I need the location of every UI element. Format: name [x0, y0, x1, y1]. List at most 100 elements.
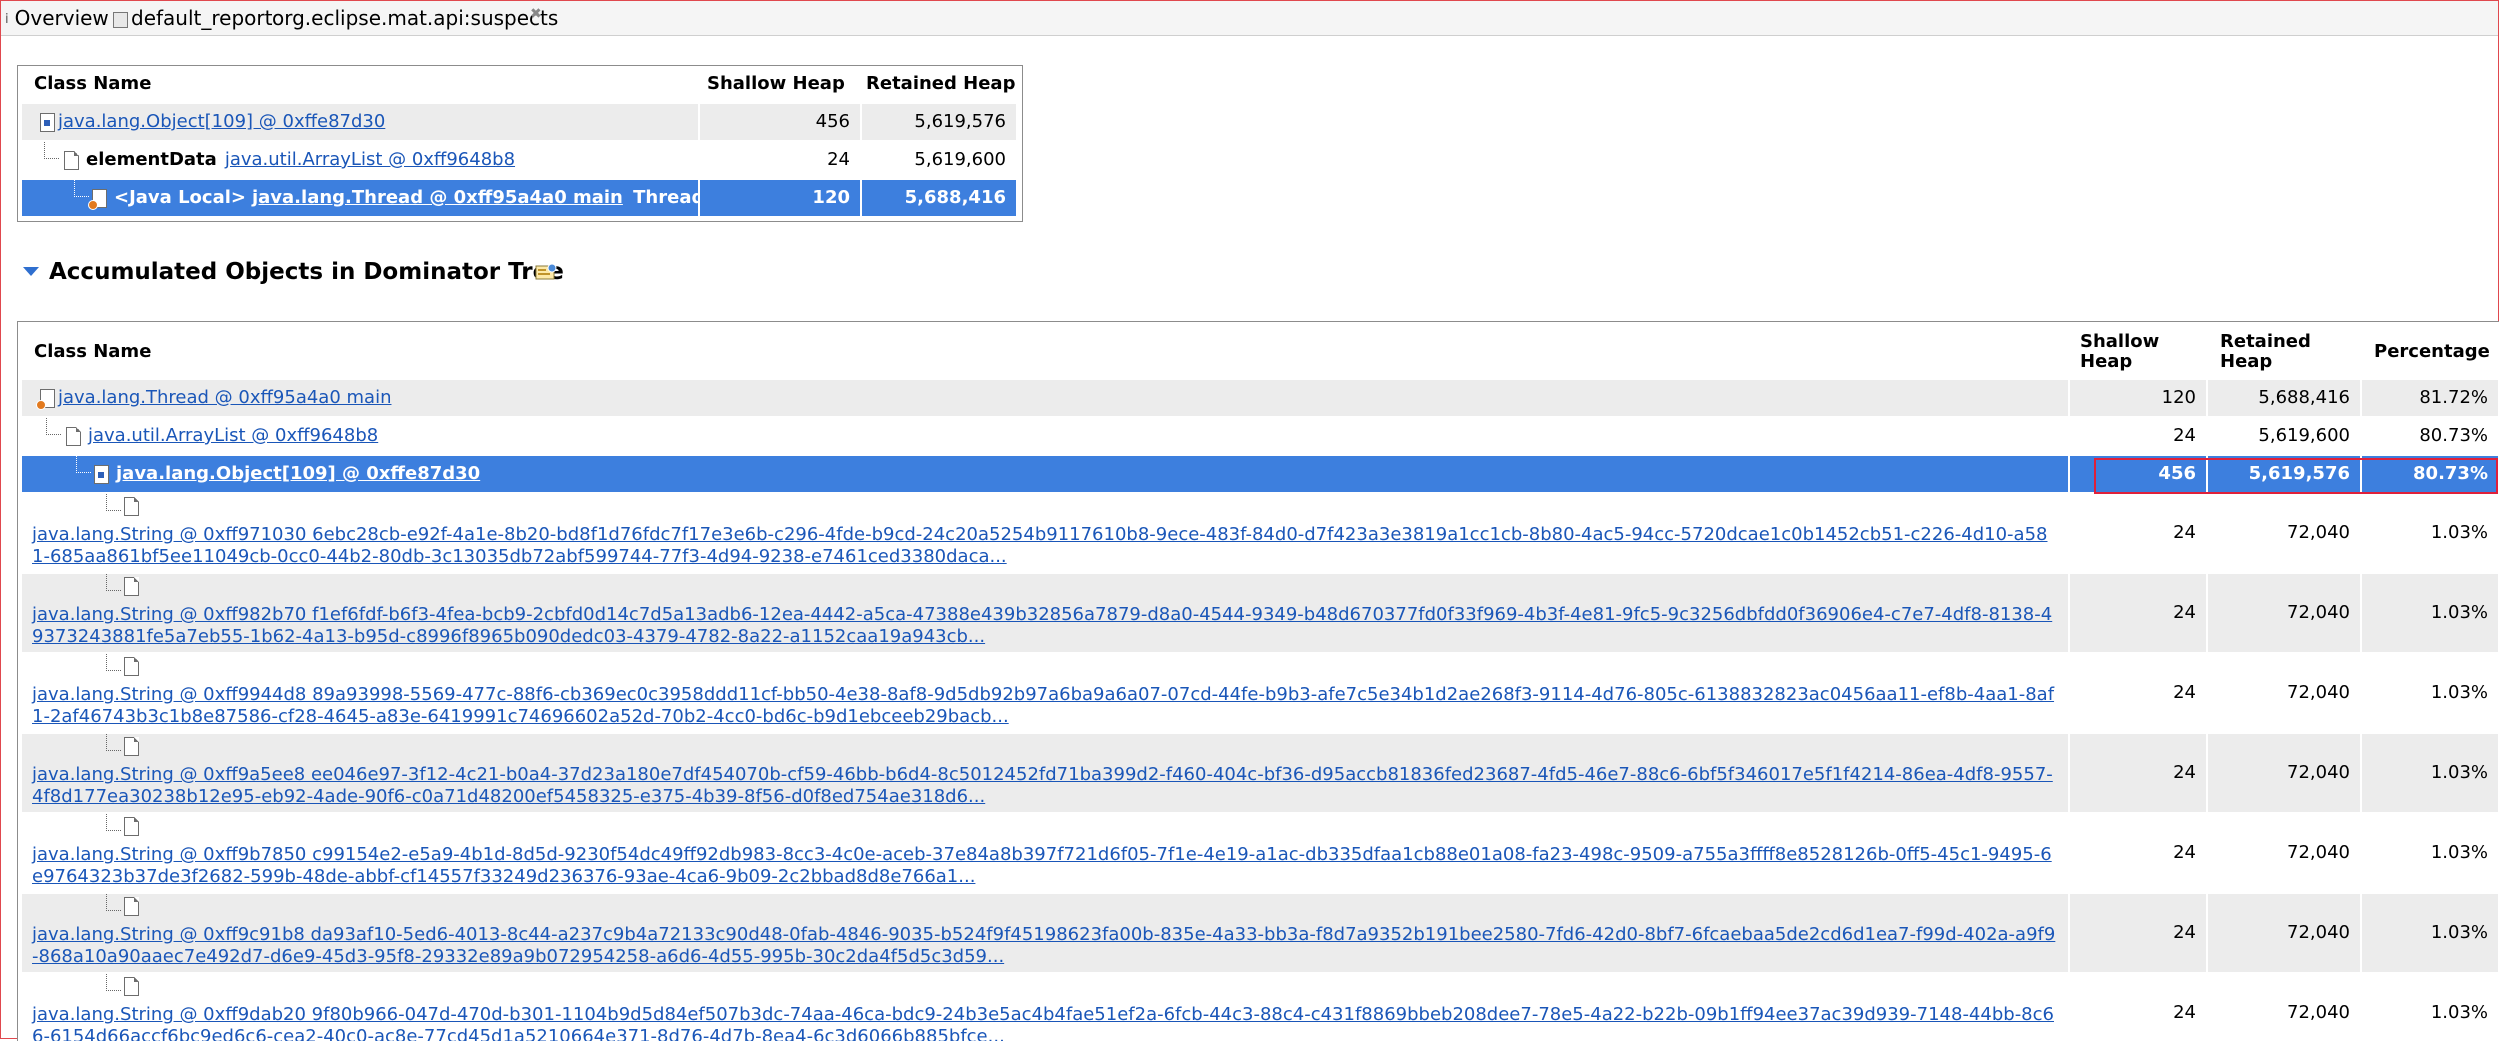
object-link[interactable]: java.lang.String @ 0xff9c91b8 da93af10-5… [32, 924, 2055, 967]
object-link[interactable]: java.lang.Thread @ 0xff95a4a0 main [252, 187, 623, 208]
column-header-shallow-heap[interactable]: Shallow Heap [2080, 332, 2159, 372]
retained-heap-cell: 5,688,416 [2208, 380, 2360, 416]
object-link[interactable]: java.lang.String @ 0xff9dab20 9f80b966-0… [32, 1004, 2054, 1041]
object-link[interactable]: java.lang.String @ 0xff971030 6ebc28cb-e… [32, 524, 2048, 567]
table-row[interactable]: java.lang.String @ 0xff9a5ee8 ee046e97-3… [22, 734, 2499, 812]
object-link[interactable]: java.lang.String @ 0xff9b7850 c99154e2-e… [32, 844, 2052, 887]
object-array-icon [40, 113, 55, 132]
object-link[interactable]: java.lang.String @ 0xff982b70 f1ef6fdf-b… [32, 604, 2052, 647]
gc-root-badge-icon [36, 400, 46, 410]
object-link[interactable]: java.lang.Object[109] @ 0xffe87d30 [58, 111, 385, 132]
string-object-icon [124, 657, 139, 676]
table-row-selected[interactable]: <Java Local> java.lang.Thread @ 0xff95a4a… [22, 180, 1016, 216]
tab-suspects[interactable]: org.eclipse.mat.api:suspects [272, 1, 558, 35]
retained-heap-cell: 72,040 [2208, 654, 2360, 732]
table-row[interactable]: java.lang.String @ 0xff9dab20 9f80b966-0… [22, 974, 2499, 1041]
tree-connector [106, 574, 121, 591]
class-name-cell: java.lang.String @ 0xff9c91b8 da93af10-5… [22, 894, 2068, 972]
close-icon[interactable]: ✖ [530, 6, 542, 22]
gc-root-type: <Java Local> [114, 187, 246, 208]
shallow-heap-cell: 24 [2070, 574, 2206, 652]
retained-heap-cell: 72,040 [2208, 494, 2360, 572]
retained-heap-cell: 5,619,576 [862, 104, 1016, 140]
object-array-icon [94, 465, 109, 484]
string-object-icon [124, 497, 139, 516]
retained-heap-cell: 72,040 [2208, 574, 2360, 652]
percentage-cell: 80.73% [2362, 418, 2498, 454]
class-name-cell: java.lang.Object[109] @ 0xffe87d30 [22, 104, 698, 140]
retained-heap-cell: 72,040 [2208, 894, 2360, 972]
shallow-heap-cell: 24 [2070, 734, 2206, 812]
tree-connector [106, 814, 121, 831]
class-name-cell: java.lang.String @ 0xff971030 6ebc28cb-e… [22, 494, 2068, 572]
tree-connector [44, 142, 59, 159]
shallow-heap-cell: 24 [700, 142, 860, 178]
object-link[interactable]: java.util.ArrayList @ 0xff9648b8 [225, 149, 515, 170]
shallow-heap-cell: 24 [2070, 814, 2206, 892]
class-name-cell: <Java Local> java.lang.Thread @ 0xff95a4a… [22, 180, 704, 216]
shallow-heap-cell: 24 [2070, 654, 2206, 732]
column-header-class-name[interactable]: Class Name [34, 74, 151, 94]
highlight-box [2094, 458, 2498, 494]
table-row[interactable]: java.lang.Object[109] @ 0xffe87d30 456 5… [22, 104, 1016, 140]
column-header-retained-heap[interactable]: Retained Heap [2220, 332, 2311, 372]
class-name-cell: elementData java.util.ArrayList @ 0xff964… [22, 142, 698, 178]
object-link[interactable]: java.lang.Thread @ 0xff95a4a0 main [58, 387, 391, 408]
tab-default-report-label: default_report [131, 6, 273, 30]
string-object-icon [124, 817, 139, 836]
tab-overview[interactable]: i Overview [5, 1, 109, 35]
tree-connector [106, 894, 121, 911]
shallow-heap-cell: 456 [700, 104, 860, 140]
string-object-icon [124, 897, 139, 916]
string-object-icon [124, 577, 139, 596]
table-row[interactable]: java.lang.String @ 0xff982b70 f1ef6fdf-b… [22, 574, 2499, 652]
table-row[interactable]: java.lang.Thread @ 0xff95a4a0 main 120 5… [22, 380, 2499, 416]
info-icon: i [5, 11, 9, 27]
column-header-class-name[interactable]: Class Name [34, 342, 151, 362]
class-name-cell: java.lang.String @ 0xff9a5ee8 ee046e97-3… [22, 734, 2068, 812]
tree-connector [74, 180, 89, 197]
report-icon [113, 11, 128, 28]
retained-heap-cell: 5,619,600 [862, 142, 1016, 178]
class-name-cell: java.lang.Thread @ 0xff95a4a0 main [22, 380, 2068, 416]
table-row[interactable]: elementData java.util.ArrayList @ 0xff964… [22, 142, 1016, 178]
object-icon [66, 427, 81, 446]
tab-default-report[interactable]: default_report [113, 1, 272, 35]
percentage-cell: 1.03% [2362, 894, 2498, 972]
gc-root-badge-icon [88, 200, 98, 210]
object-icon [64, 151, 79, 170]
percentage-cell: 1.03% [2362, 974, 2498, 1041]
percentage-cell: 1.03% [2362, 654, 2498, 732]
table-row[interactable]: java.lang.String @ 0xff971030 6ebc28cb-e… [22, 494, 2499, 572]
tree-connector [76, 456, 91, 473]
array-badge-icon [44, 120, 50, 126]
editor-tab-bar: i Overview default_report org.eclipse.mat… [1, 1, 2498, 36]
gc-root-kind: Thread [633, 187, 705, 208]
shallow-heap-cell: 24 [2070, 974, 2206, 1041]
tab-overview-label: Overview [14, 6, 109, 30]
object-link[interactable]: java.util.ArrayList @ 0xff9648b8 [88, 425, 378, 446]
shallow-heap-cell: 24 [2070, 418, 2206, 454]
percentage-cell: 81.72% [2362, 380, 2498, 416]
table-row[interactable]: java.lang.String @ 0xff9b7850 c99154e2-e… [22, 814, 2499, 892]
table-row[interactable]: java.lang.String @ 0xff9944d8 89a93998-5… [22, 654, 2499, 732]
column-header-retained-heap[interactable]: Retained Heap [866, 74, 1015, 94]
shallow-heap-cell: 24 [2070, 894, 2206, 972]
table-row[interactable]: java.lang.String @ 0xff9c91b8 da93af10-5… [22, 894, 2499, 972]
percentage-cell: 1.03% [2362, 574, 2498, 652]
class-name-cell: java.lang.String @ 0xff9b7850 c99154e2-e… [22, 814, 2068, 892]
thread-icon [88, 189, 107, 210]
object-link[interactable]: java.lang.Object[109] @ 0xffe87d30 [116, 463, 480, 484]
retained-heap-cell: 5,688,416 [862, 180, 1016, 216]
query-icon[interactable] [535, 263, 557, 281]
tree-connector [106, 494, 121, 511]
tree-connector [106, 734, 121, 751]
object-link[interactable]: java.lang.String @ 0xff9944d8 89a93998-5… [32, 684, 2054, 727]
column-header-percentage[interactable]: Percentage [2374, 342, 2490, 362]
collapse-triangle-icon[interactable] [23, 267, 39, 276]
table-row[interactable]: java.util.ArrayList @ 0xff9648b8 24 5,61… [22, 418, 2499, 454]
retained-heap-cell: 72,040 [2208, 734, 2360, 812]
object-link[interactable]: java.lang.String @ 0xff9a5ee8 ee046e97-3… [32, 764, 2053, 807]
retained-heap-cell: 5,619,600 [2208, 418, 2360, 454]
column-header-shallow-heap[interactable]: Shallow Heap [707, 74, 845, 94]
